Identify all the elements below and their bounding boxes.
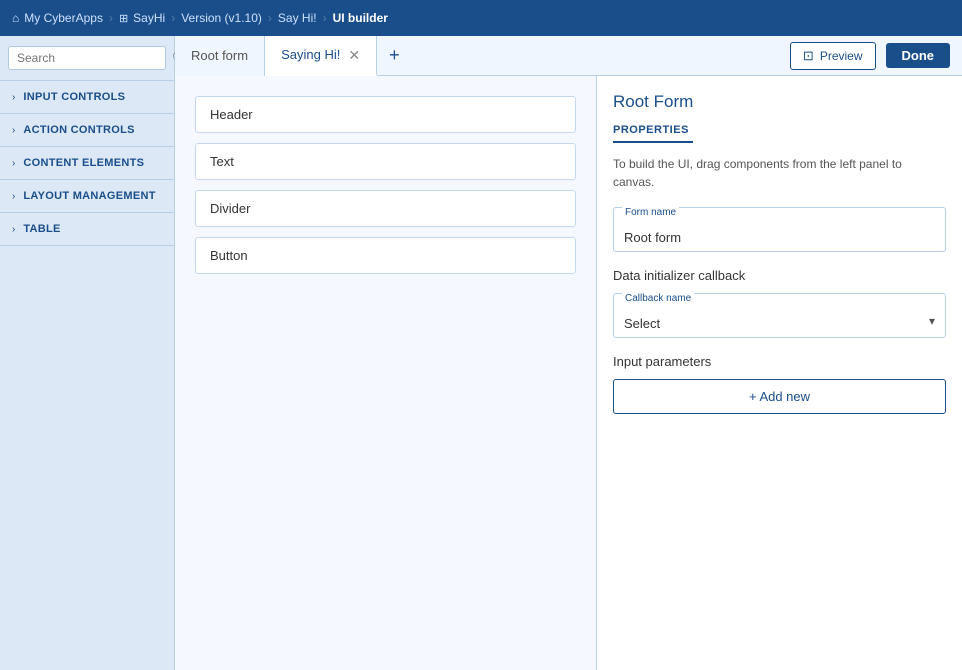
tab-label: Saying Hi! [281,47,340,62]
topbar-sep-4: › [323,11,327,25]
callback-name-select[interactable]: Select [624,310,929,331]
topbar-item-label: Say Hi! [278,11,317,25]
element-label: Button [210,248,248,263]
chevron-right-icon: › [12,92,15,103]
sidebar-section-label: INPUT CONTROLS [23,91,125,103]
data-initializer-title: Data initializer callback [613,268,946,283]
chevron-right-icon: › [12,224,15,235]
topbar-sep-1: › [109,11,113,25]
chevron-right-icon: › [12,158,15,169]
topbar-item-label: Version (v1.10) [181,11,262,25]
tab-label: Root form [191,48,248,63]
element-label: Header [210,107,253,122]
toolbar-right: ⊡ Preview Done [790,36,962,76]
search-input[interactable] [17,51,172,65]
topbar-home[interactable]: ⌂ My CyberApps [12,11,103,25]
sidebar-section-header[interactable]: › INPUT CONTROLS [0,81,174,113]
element-label: Divider [210,201,250,216]
sidebar-section-label: CONTENT ELEMENTS [23,157,144,169]
sidebar-section-header[interactable]: › CONTENT ELEMENTS [0,147,174,179]
form-name-label: Form name [622,207,679,218]
properties-panel: Root Form PROPERTIES To build the UI, dr… [597,76,962,670]
done-button[interactable]: Done [886,43,951,68]
topbar-item-label: My CyberApps [24,11,103,25]
tab-saying-hi[interactable]: Saying Hi! ✕ [265,36,377,76]
sidebar-section-label: ACTION CONTROLS [23,124,134,136]
canvas-element-button[interactable]: Button [195,237,576,274]
chevron-down-icon: ▾ [929,314,935,328]
topbar-sep-3: › [268,11,272,25]
add-tab-button[interactable]: + [377,36,412,76]
topbar-sayhi-form[interactable]: Say Hi! [278,11,317,25]
add-new-button[interactable]: + Add new [613,379,946,414]
search-input-wrapper[interactable]: 🔍 [8,46,166,70]
topbar-item-label: UI builder [333,11,388,25]
content-area: Root form Saying Hi! ✕ + ⊡ Preview Done [175,36,962,670]
topbar-sayhi[interactable]: ⊞ SayHi [119,11,165,25]
preview-button[interactable]: ⊡ Preview [790,42,876,70]
panel-title: Root Form [613,92,946,112]
canvas-element-text[interactable]: Text [195,143,576,180]
topbar-ui-builder[interactable]: UI builder [333,11,388,25]
form-name-input[interactable] [624,224,935,245]
properties-section-label: PROPERTIES [613,124,693,143]
home-icon: ⌂ [12,11,19,25]
tab-root-form[interactable]: Root form [175,36,265,76]
sidebar-section-content-elements[interactable]: › CONTENT ELEMENTS [0,147,174,180]
topbar-sep-2: › [171,11,175,25]
sidebar-section-table[interactable]: › TABLE [0,213,174,246]
main-layout: 🔍 › INPUT CONTROLS › ACTION CONTROLS › C… [0,36,962,670]
element-label: Text [210,154,234,169]
sidebar-section-header[interactable]: › LAYOUT MANAGEMENT [0,180,174,212]
close-icon[interactable]: ✕ [348,48,360,62]
sidebar-section-header[interactable]: › TABLE [0,213,174,245]
search-box: 🔍 [0,36,174,81]
add-new-label: + Add new [749,389,810,404]
preview-label: Preview [820,49,863,63]
chevron-right-icon: › [12,191,15,202]
tab-bar: Root form Saying Hi! ✕ + ⊡ Preview Done [175,36,962,76]
canvas-and-props: Header Text Divider Button Root Form PRO… [175,76,962,670]
sidebar-section-label: TABLE [23,223,60,235]
chevron-right-icon: › [12,125,15,136]
canvas: Header Text Divider Button [175,76,597,670]
grid-icon: ⊞ [119,12,128,25]
input-parameters-title: Input parameters [613,354,946,369]
sidebar-section-layout-management[interactable]: › LAYOUT MANAGEMENT [0,180,174,213]
sidebar-section-label: LAYOUT MANAGEMENT [23,190,155,202]
plus-icon: + [389,45,400,66]
canvas-element-divider[interactable]: Divider [195,190,576,227]
sidebar-section-input-controls[interactable]: › INPUT CONTROLS [0,81,174,114]
form-name-field-group: Form name [613,207,946,252]
properties-description: To build the UI, drag components from th… [613,155,946,191]
topbar-item-label: SayHi [133,11,165,25]
sidebar: 🔍 › INPUT CONTROLS › ACTION CONTROLS › C… [0,36,175,670]
preview-icon: ⊡ [803,48,814,64]
canvas-element-header[interactable]: Header [195,96,576,133]
callback-name-field-group: Callback name Select ▾ [613,293,946,338]
topbar-version[interactable]: Version (v1.10) [181,11,262,25]
topbar: ⌂ My CyberApps › ⊞ SayHi › Version (v1.1… [0,0,962,36]
sidebar-section-action-controls[interactable]: › ACTION CONTROLS [0,114,174,147]
sidebar-section-header[interactable]: › ACTION CONTROLS [0,114,174,146]
callback-name-label: Callback name [622,293,694,304]
